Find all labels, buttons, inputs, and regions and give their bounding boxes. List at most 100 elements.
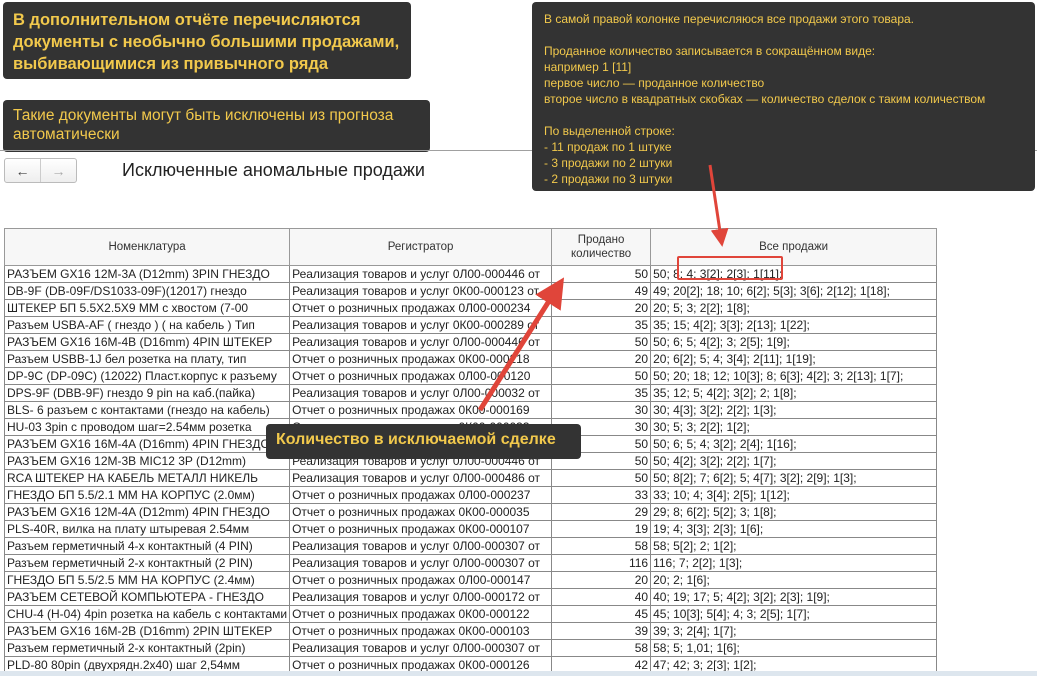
cell-all-sales[interactable]: 50; 4[2]; 3[2]; 2[2]; 1[7]; xyxy=(650,452,938,470)
cell-sold-quantity[interactable]: 58 xyxy=(551,639,652,657)
table-row[interactable]: Разъем USBB-1J бел розетка на плату, тип… xyxy=(3,350,938,368)
cell-registrar[interactable]: Отчет о розничных продажах 0Л00-000234 xyxy=(289,299,553,317)
cell-all-sales[interactable]: 30; 4[3]; 3[2]; 2[2]; 1[3]; xyxy=(650,401,938,419)
cell-registrar[interactable]: Реализация товаров и услуг 0Л00-000172 о… xyxy=(289,588,553,606)
cell-nomenclature[interactable]: PLS-40R, вилка на плату штыревая 2.54мм xyxy=(3,520,291,538)
cell-all-sales[interactable]: 50; 20; 18; 12; 10[3]; 8; 6[3]; 4[2]; 3;… xyxy=(650,367,938,385)
cell-all-sales[interactable]: 50; 8[2]; 7; 6[2]; 5; 4[7]; 3[2]; 2[9]; … xyxy=(650,469,938,487)
cell-nomenclature[interactable]: ШТЕКЕР БП 5.5X2.5X9 ММ с хвостом (7-00 xyxy=(3,299,291,317)
table-row[interactable]: CHU-4 (H-04) 4pin розетка на кабель с ко… xyxy=(3,605,938,623)
header-sold-quantity[interactable]: Продано количество xyxy=(551,228,652,266)
back-arrow-icon[interactable]: ← xyxy=(5,159,41,182)
cell-all-sales[interactable]: 49; 20[2]; 18; 10; 6[2]; 5[3]; 3[6]; 2[1… xyxy=(650,282,938,300)
cell-nomenclature[interactable]: РАЗЪЕМ GX16 12M-3B MIC12 3P (D12mm) xyxy=(3,452,291,470)
cell-sold-quantity[interactable]: 20 xyxy=(551,350,652,368)
cell-nomenclature[interactable]: RCA ШТЕКЕР НА КАБЕЛЬ МЕТАЛЛ НИКЕЛЬ xyxy=(3,469,291,487)
cell-registrar[interactable]: Реализация товаров и услуг 0Л00-000307 о… xyxy=(289,554,553,572)
cell-nomenclature[interactable]: BLS- 6 разъем с контактами (гнездо на ка… xyxy=(3,401,291,419)
cell-all-sales[interactable]: 35; 12; 5; 4[2]; 3[2]; 2; 1[8]; xyxy=(650,384,938,402)
cell-all-sales[interactable]: 116; 7; 2[2]; 1[3]; xyxy=(650,554,938,572)
table-row[interactable]: BLS- 6 разъем с контактами (гнездо на ка… xyxy=(3,401,938,419)
cell-sold-quantity[interactable]: 35 xyxy=(551,316,652,334)
cell-nomenclature[interactable]: Разъем герметичный 4-х контактный (4 PIN… xyxy=(3,537,291,555)
cell-all-sales[interactable]: 58; 5; 1,01; 1[6]; xyxy=(650,639,938,657)
cell-registrar[interactable]: Реализация товаров и услуг 0Л00-000032 о… xyxy=(289,384,553,402)
table-row[interactable]: ГНЕЗДО БП 5.5/2.5 ММ НА КОРПУС (2.4мм) От… xyxy=(3,571,938,589)
cell-nomenclature[interactable]: ГНЕЗДО БП 5.5/2.5 ММ НА КОРПУС (2.4мм) xyxy=(3,571,291,589)
cell-nomenclature[interactable]: Разъем герметичный 2-х контактный (2 PIN… xyxy=(3,554,291,572)
cell-sold-quantity[interactable]: 50 xyxy=(551,333,652,351)
forward-arrow-icon[interactable]: → xyxy=(41,159,76,182)
cell-nomenclature[interactable]: DP-9C (DP-09C) (12022) Пласт.корпус к ра… xyxy=(3,367,291,385)
table-row[interactable]: РАЗЪЕМ СЕТЕВОЙ КОМПЬЮТЕРА - ГНЕЗДО Реализ… xyxy=(3,588,938,606)
cell-all-sales[interactable]: 20; 2; 1[6]; xyxy=(650,571,938,589)
cell-nomenclature[interactable]: РАЗЪЕМ GX16 16M-2B (D16mm) 2PIN ШТЕКЕР xyxy=(3,622,291,640)
cell-registrar[interactable]: Отчет о розничных продажах 0К00-000169 xyxy=(289,401,553,419)
cell-all-sales[interactable]: 58; 5[2]; 2; 1[2]; xyxy=(650,537,938,555)
table-row[interactable]: RCA ШТЕКЕР НА КАБЕЛЬ МЕТАЛЛ НИКЕЛЬ Реализ… xyxy=(3,469,938,487)
cell-registrar[interactable]: Отчет о розничных продажах 0Л00-000237 xyxy=(289,486,553,504)
cell-registrar[interactable]: Отчет о розничных продажах 0К00-000218 xyxy=(289,350,553,368)
cell-nomenclature[interactable]: Разъем герметичный 2-х контактный (2pin) xyxy=(3,639,291,657)
table-row[interactable]: DB-9F (DB-09F/DS1033-09F)(12017) гнездо Р… xyxy=(3,282,938,300)
cell-registrar[interactable]: Отчет о розничных продажах 0К00-000103 xyxy=(289,622,553,640)
table-row[interactable]: DPS-9F (DBB-9F) гнездо 9 pin на каб.(пай… xyxy=(3,384,938,402)
cell-sold-quantity[interactable]: 39 xyxy=(551,622,652,640)
cell-registrar[interactable]: Реализация товаров и услуг 0Л00-000446 о… xyxy=(289,265,553,283)
cell-sold-quantity[interactable]: 58 xyxy=(551,537,652,555)
table-row[interactable]: DP-9C (DP-09C) (12022) Пласт.корпус к ра… xyxy=(3,367,938,385)
cell-nomenclature[interactable]: DPS-9F (DBB-9F) гнездо 9 pin на каб.(пай… xyxy=(3,384,291,402)
cell-registrar[interactable]: Реализация товаров и услуг 0К00-000123 о… xyxy=(289,282,553,300)
cell-sold-quantity[interactable]: 35 xyxy=(551,384,652,402)
cell-nomenclature[interactable]: Разъем USBB-1J бел розетка на плату, тип xyxy=(3,350,291,368)
table-row[interactable]: PLS-40R, вилка на плату штыревая 2.54мм О… xyxy=(3,520,938,538)
cell-nomenclature[interactable]: CHU-4 (H-04) 4pin розетка на кабель с ко… xyxy=(3,605,291,623)
table-row[interactable]: РАЗЪЕМ GX16 12M-3A (D12mm) 3PIN ГНЕЗДО Ре… xyxy=(3,265,938,283)
cell-registrar[interactable]: Отчет о розничных продажах 0К00-000035 xyxy=(289,503,553,521)
table-row[interactable]: РАЗЪЕМ GX16 16M-4B (D16mm) 4PIN ШТЕКЕР Ре… xyxy=(3,333,938,351)
cell-registrar[interactable]: Отчет о розничных продажах 0Л00-000147 xyxy=(289,571,553,589)
cell-nomenclature[interactable]: Разъем USBA-AF ( гнездо ) ( на кабель ) … xyxy=(3,316,291,334)
cell-nomenclature[interactable]: РАЗЪЕМ GX16 16M-4A (D16mm) 4PIN ГНЕЗДО xyxy=(3,435,291,453)
cell-sold-quantity[interactable]: 49 xyxy=(551,282,652,300)
cell-registrar[interactable]: Отчет о розничных продажах 0Л00-000120 xyxy=(289,367,553,385)
cell-all-sales[interactable]: 50; 6; 5; 4; 3[2]; 2[4]; 1[16]; xyxy=(650,435,938,453)
cell-nomenclature[interactable]: HU-03 3pin с проводом шаг=2.54мм розетка xyxy=(3,418,291,436)
cell-sold-quantity[interactable]: 50 xyxy=(551,469,652,487)
header-registrar[interactable]: Регистратор xyxy=(289,228,553,266)
cell-registrar[interactable]: Отчет о розничных продажах 0К00-000107 xyxy=(289,520,553,538)
cell-sold-quantity[interactable]: 29 xyxy=(551,503,652,521)
table-row[interactable]: ГНЕЗДО БП 5.5/2.1 ММ НА КОРПУС (2.0мм) От… xyxy=(3,486,938,504)
cell-all-sales[interactable]: 20; 5; 3; 2[2]; 1[8]; xyxy=(650,299,938,317)
cell-sold-quantity[interactable]: 116 xyxy=(551,554,652,572)
cell-nomenclature[interactable]: РАЗЪЕМ GX16 12M-3A (D12mm) 3PIN ГНЕЗДО xyxy=(3,265,291,283)
cell-all-sales[interactable]: 50; 6; 5; 4[2]; 3; 2[5]; 1[9]; xyxy=(650,333,938,351)
cell-nomenclature[interactable]: DB-9F (DB-09F/DS1033-09F)(12017) гнездо xyxy=(3,282,291,300)
table-row[interactable]: РАЗЪЕМ GX16 16M-2B (D16mm) 2PIN ШТЕКЕР От… xyxy=(3,622,938,640)
cell-registrar[interactable]: Реализация товаров и услуг 0Л00-000307 о… xyxy=(289,537,553,555)
cell-nomenclature[interactable]: РАЗЪЕМ GX16 16M-4B (D16mm) 4PIN ШТЕКЕР xyxy=(3,333,291,351)
cell-sold-quantity[interactable]: 50 xyxy=(551,367,652,385)
cell-all-sales[interactable]: 20; 6[2]; 5; 4; 3[4]; 2[11]; 1[19]; xyxy=(650,350,938,368)
table-row[interactable]: ШТЕКЕР БП 5.5X2.5X9 ММ с хвостом (7-00 От… xyxy=(3,299,938,317)
cell-registrar[interactable]: Реализация товаров и услуг 0К00-000289 о… xyxy=(289,316,553,334)
table-row[interactable]: Разъем герметичный 2-х контактный (2 PIN… xyxy=(3,554,938,572)
table-row[interactable]: Разъем герметичный 4-х контактный (4 PIN… xyxy=(3,537,938,555)
cell-sold-quantity[interactable]: 45 xyxy=(551,605,652,623)
table-row[interactable]: Разъем герметичный 2-х контактный (2pin)… xyxy=(3,639,938,657)
cell-all-sales[interactable]: 30; 5; 3; 2[2]; 1[2]; xyxy=(650,418,938,436)
cell-sold-quantity[interactable]: 19 xyxy=(551,520,652,538)
cell-registrar[interactable]: Реализация товаров и услуг 0Л00-000486 о… xyxy=(289,469,553,487)
cell-nomenclature[interactable]: РАЗЪЕМ СЕТЕВОЙ КОМПЬЮТЕРА - ГНЕЗДО xyxy=(3,588,291,606)
header-nomenclature[interactable]: Номенклатура xyxy=(3,228,291,266)
cell-registrar[interactable]: Реализация товаров и услуг 0Л00-000446 о… xyxy=(289,333,553,351)
cell-all-sales[interactable]: 29; 8; 6[2]; 5[2]; 3; 1[8]; xyxy=(650,503,938,521)
cell-registrar[interactable]: Реализация товаров и услуг 0Л00-000307 о… xyxy=(289,639,553,657)
cell-sold-quantity[interactable]: 30 xyxy=(551,401,652,419)
cell-all-sales[interactable]: 35; 15; 4[2]; 3[3]; 2[13]; 1[22]; xyxy=(650,316,938,334)
cell-all-sales[interactable]: 33; 10; 4; 3[4]; 2[5]; 1[12]; xyxy=(650,486,938,504)
cell-sold-quantity[interactable]: 50 xyxy=(551,265,652,283)
table-row[interactable]: Разъем USBA-AF ( гнездо ) ( на кабель ) … xyxy=(3,316,938,334)
cell-all-sales[interactable]: 45; 10[3]; 5[4]; 4; 3; 2[5]; 1[7]; xyxy=(650,605,938,623)
cell-nomenclature[interactable]: ГНЕЗДО БП 5.5/2.1 ММ НА КОРПУС (2.0мм) xyxy=(3,486,291,504)
